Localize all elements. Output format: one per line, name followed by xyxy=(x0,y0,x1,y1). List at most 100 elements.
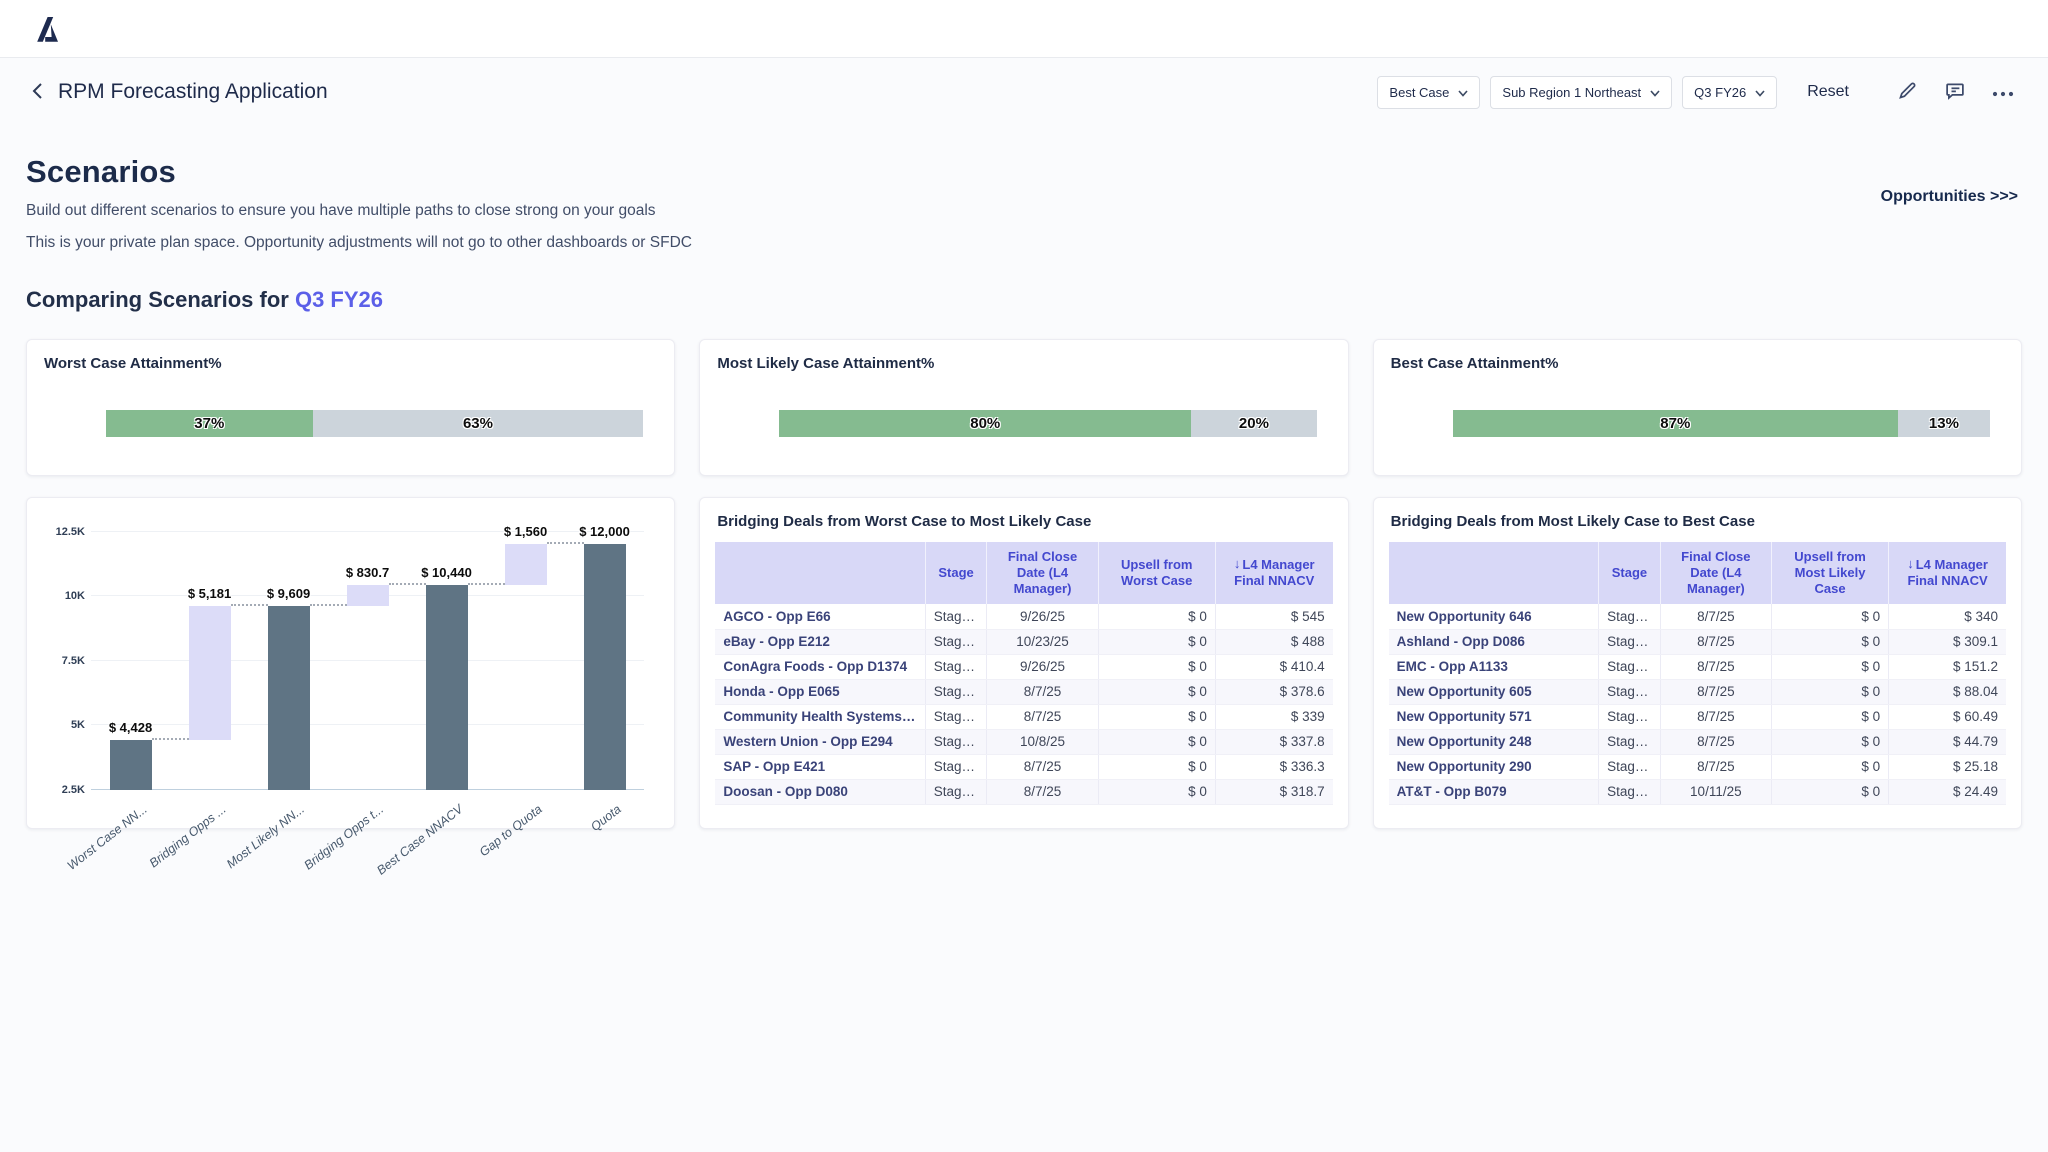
chart-gridline xyxy=(91,531,644,532)
reset-button[interactable]: Reset xyxy=(1807,83,1849,101)
x-axis-category-label: Bridging Opps t... xyxy=(302,802,387,872)
column-header[interactable]: Upsell from Most Likely Case xyxy=(1771,542,1888,605)
column-header[interactable]: Stage xyxy=(1599,542,1661,605)
data-cell: $ 151.2 xyxy=(1889,654,2006,679)
deal-name-cell[interactable]: Community Health Systems - ... xyxy=(715,704,925,729)
chevron-down-icon xyxy=(1755,85,1765,100)
attainment-progress-bar: 87% 13% xyxy=(1453,410,1990,437)
waterfall-connector xyxy=(547,542,584,544)
data-cell: 8/7/25 xyxy=(1660,654,1771,679)
data-cell: Stage 4 xyxy=(925,779,987,804)
data-cell: $ 0 xyxy=(1098,754,1215,779)
x-axis-category-label: Worst Case NN... xyxy=(64,802,149,873)
data-cell: $ 336.3 xyxy=(1215,754,1332,779)
attainment-remaining-segment: 63% xyxy=(313,410,644,437)
app-header: RPM Forecasting Application Best Case Su… xyxy=(0,58,2048,126)
column-header[interactable] xyxy=(715,542,925,605)
deal-name-cell[interactable]: Honda - Opp E065 xyxy=(715,679,925,704)
data-cell: $ 24.49 xyxy=(1889,779,2006,804)
column-header[interactable]: ↓L4 Manager Final NNACV xyxy=(1215,542,1332,605)
scenario-filter-dropdown[interactable]: Best Case xyxy=(1377,76,1480,109)
data-cell: Stage 3 xyxy=(925,654,987,679)
data-cell: $ 488 xyxy=(1215,629,1332,654)
data-cell: $ 25.18 xyxy=(1889,754,2006,779)
bar-value-label: $ 12,000 xyxy=(579,524,630,539)
deal-name-cell[interactable]: Western Union - Opp E294 xyxy=(715,729,925,754)
deal-name-cell[interactable]: New Opportunity 605 xyxy=(1389,679,1599,704)
deal-name-cell[interactable]: Doosan - Opp D080 xyxy=(715,779,925,804)
column-header[interactable] xyxy=(1389,542,1599,605)
deal-name-cell[interactable]: SAP - Opp E421 xyxy=(715,754,925,779)
deal-name-cell[interactable]: Ashland - Opp D086 xyxy=(1389,629,1599,654)
data-cell: Stage 4 xyxy=(925,704,987,729)
data-cell: $ 0 xyxy=(1771,779,1888,804)
column-header[interactable]: ↓L4 Manager Final NNACV xyxy=(1889,542,2006,605)
edit-button[interactable] xyxy=(1893,76,1922,108)
bar-value-label: $ 4,428 xyxy=(109,720,152,735)
period-filter-dropdown[interactable]: Q3 FY26 xyxy=(1682,76,1777,109)
data-cell: 8/7/25 xyxy=(987,779,1098,804)
waterfall-connector xyxy=(468,583,505,585)
data-cell: $ 0 xyxy=(1771,679,1888,704)
waterfall-bar-solid xyxy=(426,585,468,790)
data-cell: Stage 2 xyxy=(1599,729,1661,754)
deal-name-cell[interactable]: EMC - Opp A1133 xyxy=(1389,654,1599,679)
data-cell: Stage 2 xyxy=(1599,704,1661,729)
data-cell: $ 0 xyxy=(1771,754,1888,779)
back-button[interactable] xyxy=(30,82,46,103)
waterfall-connector xyxy=(152,738,189,740)
deal-name-cell[interactable]: New Opportunity 571 xyxy=(1389,704,1599,729)
data-cell: 8/7/25 xyxy=(987,704,1098,729)
table-row: New Opportunity 248Stage 28/7/25$ 0$ 44.… xyxy=(1389,729,2006,754)
edit-pencil-icon xyxy=(1897,80,1918,104)
more-menu-button[interactable] xyxy=(1988,81,2018,104)
data-cell: Stage 2 xyxy=(1599,629,1661,654)
waterfall-chart: 2.5K5K7.5K10K12.5K$ 4,428$ 5,181$ 9,609$… xyxy=(39,508,662,818)
column-header[interactable]: Final Close Date (L4 Manager) xyxy=(987,542,1098,605)
arrow-down-icon: ↓ xyxy=(1907,556,1914,572)
data-cell: 8/7/25 xyxy=(1660,679,1771,704)
deal-name-cell[interactable]: New Opportunity 646 xyxy=(1389,604,1599,629)
deal-name-cell[interactable]: New Opportunity 248 xyxy=(1389,729,1599,754)
opportunities-link[interactable]: Opportunities >>> xyxy=(1881,188,2018,206)
table-row: New Opportunity 290Stage 28/7/25$ 0$ 25.… xyxy=(1389,754,2006,779)
x-axis-category-label: Bridging Opps ... xyxy=(146,802,228,870)
waterfall-bar-bridge xyxy=(505,544,547,584)
chart-gridline xyxy=(91,660,644,661)
deal-name-cell[interactable]: ConAgra Foods - Opp D1374 xyxy=(715,654,925,679)
region-filter-dropdown[interactable]: Sub Region 1 Northeast xyxy=(1490,76,1672,109)
deal-name-cell[interactable]: eBay - Opp E212 xyxy=(715,629,925,654)
page-breadcrumb-title: RPM Forecasting Application xyxy=(58,80,328,104)
column-header[interactable]: Upsell from Worst Case xyxy=(1098,542,1215,605)
comments-button[interactable] xyxy=(1940,76,1970,108)
data-cell: 9/26/25 xyxy=(987,654,1098,679)
data-cell: $ 0 xyxy=(1098,704,1215,729)
y-axis-tick-label: 10K xyxy=(43,590,85,602)
anaplan-logo[interactable] xyxy=(30,12,62,46)
waterfall-plot-area: 2.5K5K7.5K10K12.5K$ 4,428$ 5,181$ 9,609$… xyxy=(91,532,644,790)
deal-name-cell[interactable]: AGCO - Opp E66 xyxy=(715,604,925,629)
waterfall-connector xyxy=(231,604,268,606)
attainment-remaining-segment: 20% xyxy=(1191,410,1316,437)
waterfall-bar-bridge xyxy=(347,585,389,606)
bridging-deals-table: StageFinal Close Date (L4 Manager)Upsell… xyxy=(1389,542,2006,805)
waterfall-bar-solid xyxy=(268,606,310,789)
data-cell: Stage 3 xyxy=(925,729,987,754)
column-header[interactable]: Stage xyxy=(925,542,987,605)
most-likely-case-attainment-card: Most Likely Case Attainment% 80% 20% xyxy=(699,339,1348,476)
deal-name-cell[interactable]: New Opportunity 290 xyxy=(1389,754,1599,779)
more-ellipsis-icon xyxy=(1992,85,2014,100)
data-cell: $ 0 xyxy=(1098,629,1215,654)
table-row: New Opportunity 605Stage 28/7/25$ 0$ 88.… xyxy=(1389,679,2006,704)
detail-row: 2.5K5K7.5K10K12.5K$ 4,428$ 5,181$ 9,609$… xyxy=(26,497,2022,829)
data-cell: 8/7/25 xyxy=(987,754,1098,779)
attainment-achieved-segment: 37% xyxy=(106,410,313,437)
chevron-down-icon xyxy=(1650,85,1660,100)
data-cell: 10/8/25 xyxy=(987,729,1098,754)
bar-value-label: $ 10,440 xyxy=(421,565,472,580)
column-header[interactable]: Final Close Date (L4 Manager) xyxy=(1660,542,1771,605)
x-axis-category-label: Best Case NNACV xyxy=(374,802,465,878)
data-cell: Stage 3 xyxy=(925,754,987,779)
deal-name-cell[interactable]: AT&T - Opp B079 xyxy=(1389,779,1599,804)
data-cell: $ 337.8 xyxy=(1215,729,1332,754)
